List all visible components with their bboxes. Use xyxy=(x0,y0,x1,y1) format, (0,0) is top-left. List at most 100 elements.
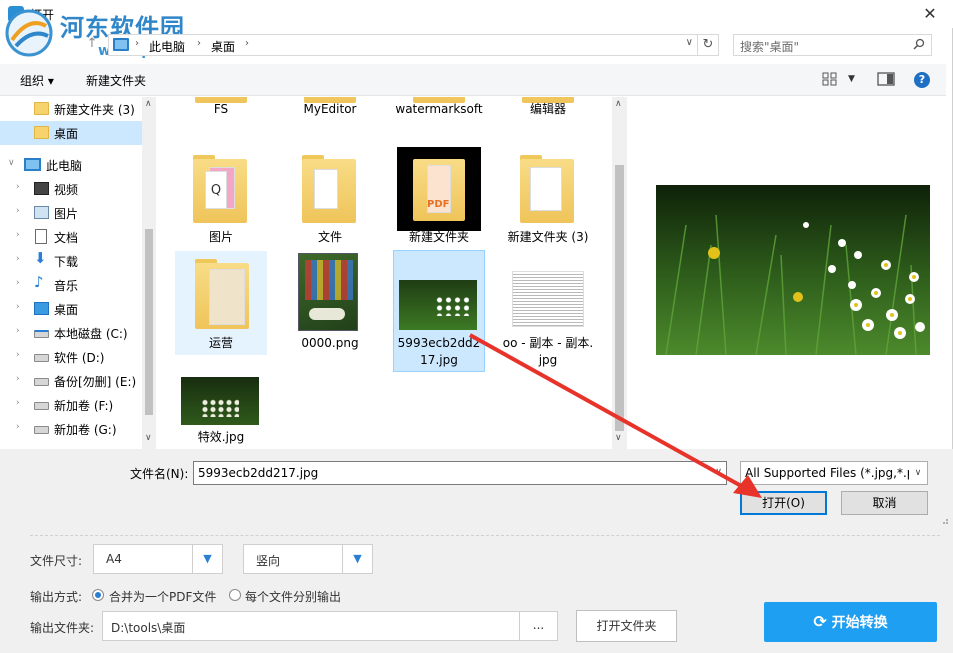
dropdown-arrow-icon[interactable]: ▼ xyxy=(342,545,372,573)
filename-row: 文件名(N): 5993ecb2dd217.jpg ∨ All Supporte… xyxy=(0,449,953,529)
address-bar[interactable]: › 此电脑 › 桌面 › ∨ xyxy=(108,34,698,56)
chevron-right-icon[interactable]: › xyxy=(16,374,20,384)
chevron-down-icon[interactable]: ∨ xyxy=(909,462,927,484)
refresh-button[interactable]: ↻ xyxy=(697,34,719,56)
close-icon[interactable]: ✕ xyxy=(907,0,953,28)
breadcrumb-this-pc[interactable]: 此电脑 xyxy=(149,38,185,55)
file-list-scrollbar-thumb[interactable] xyxy=(615,165,624,431)
up-arrow-icon[interactable]: ↑ xyxy=(84,36,100,52)
file-name: 运营 xyxy=(208,336,233,350)
nav-item-music[interactable]: › ♪ 音乐 xyxy=(0,273,142,297)
file-name: FS xyxy=(213,102,229,116)
chevron-down-icon[interactable]: ∨ xyxy=(8,158,15,168)
file-tile[interactable]: FS xyxy=(175,97,267,127)
cancel-button[interactable]: 取消 xyxy=(841,491,928,515)
file-tile[interactable]: MyEditor xyxy=(284,97,376,127)
music-icon: ♪ xyxy=(34,273,44,291)
chevron-right-icon[interactable]: › xyxy=(16,302,20,312)
view-dropdown-icon[interactable]: ▼ xyxy=(848,74,855,84)
output-folder-field[interactable]: D:\tools\桌面 ... xyxy=(102,611,558,641)
scroll-down-icon[interactable]: ∨ xyxy=(615,433,622,443)
nav-item-downloads[interactable]: › ⬇ 下载 xyxy=(0,249,142,273)
file-tile[interactable]: 编辑器 xyxy=(502,97,594,127)
dropdown-arrow-icon[interactable]: ▼ xyxy=(192,545,222,573)
scroll-up-icon[interactable]: ∧ xyxy=(145,99,152,109)
chevron-right-icon[interactable]: › xyxy=(16,206,20,216)
file-type-select[interactable]: All Supported Files (*.jpg,*.png,*.bmp) … xyxy=(740,461,928,485)
file-tile[interactable]: PDF 新建文件夹 xyxy=(393,147,485,249)
open-button[interactable]: 打开(O) xyxy=(740,491,827,515)
help-icon[interactable]: ? xyxy=(914,72,930,88)
preview-pane-icon[interactable] xyxy=(877,71,895,87)
filename-field[interactable]: 5993ecb2dd217.jpg ∨ xyxy=(193,461,727,485)
folder-icon xyxy=(34,126,49,139)
navigation-pane: 新建文件夹 (3) 桌面 ∨ 此电脑 › 视频 › 图片 › 文档 › ⬇ 下载… xyxy=(0,97,156,449)
new-folder-button[interactable]: 新建文件夹 xyxy=(86,72,146,89)
chevron-right-icon[interactable]: › xyxy=(245,38,249,49)
resize-grip-icon[interactable] xyxy=(939,515,949,525)
file-tile[interactable]: watermarksoft xyxy=(393,97,485,143)
document-preview-icon xyxy=(530,167,562,211)
this-pc-icon xyxy=(113,38,129,51)
file-tile[interactable]: oo - 副本 - 副本.jpg xyxy=(502,251,594,373)
chevron-right-icon[interactable]: › xyxy=(16,278,20,288)
chevron-right-icon[interactable]: › xyxy=(16,422,20,432)
file-tile[interactable]: 特效.jpg xyxy=(175,371,267,445)
nav-scrollbar-thumb[interactable] xyxy=(145,229,153,415)
orientation-select[interactable]: 竖向 ▼ xyxy=(243,544,373,574)
chevron-right-icon: › xyxy=(135,38,139,49)
nav-item-documents[interactable]: › 文档 xyxy=(0,225,142,249)
file-tile[interactable]: Q 图片 xyxy=(175,149,267,249)
nav-item-pictures[interactable]: › 图片 xyxy=(0,201,142,225)
desktop-icon xyxy=(34,302,49,315)
image-thumbnail xyxy=(298,253,358,331)
grass-daisies-preview xyxy=(656,185,930,355)
nav-item-desktop[interactable]: › 桌面 xyxy=(0,297,142,321)
nav-scrollbar[interactable]: ∧ ∨ xyxy=(142,97,156,449)
file-tile-selected[interactable]: 5993ecb2dd217.jpg xyxy=(393,250,485,372)
nav-item-label: 音乐 xyxy=(54,279,79,293)
view-options-icon[interactable] xyxy=(822,71,838,87)
drive-icon xyxy=(34,354,49,362)
file-tile[interactable]: 0000.png xyxy=(284,251,376,355)
daisy-preview xyxy=(435,296,469,316)
page-size-select[interactable]: A4 ▼ xyxy=(93,544,223,574)
nav-item-videos[interactable]: › 视频 xyxy=(0,177,142,201)
chevron-down-icon[interactable]: ∨ xyxy=(686,37,693,48)
file-tile[interactable]: 运营 xyxy=(175,251,267,355)
nav-item-label: 此电脑 xyxy=(46,159,83,173)
organize-button[interactable]: 组织 ▾ xyxy=(20,72,54,89)
nav-item-label: 新加卷 (F:) xyxy=(54,399,114,413)
scroll-up-icon[interactable]: ∧ xyxy=(615,99,622,109)
chevron-right-icon[interactable]: › xyxy=(16,326,20,336)
browse-button[interactable]: ... xyxy=(519,612,557,640)
nav-item-drive-d[interactable]: › 软件 (D:) xyxy=(0,345,142,369)
merge-option-label[interactable]: 合并为一个PDF文件 xyxy=(109,588,216,605)
chevron-right-icon[interactable]: › xyxy=(16,398,20,408)
chevron-right-icon[interactable]: › xyxy=(16,254,20,264)
separate-radio[interactable] xyxy=(229,589,241,601)
qq-preview-icon: Q xyxy=(205,171,227,209)
separate-option-label[interactable]: 每个文件分别输出 xyxy=(245,588,341,605)
nav-item-drive-c[interactable]: › 本地磁盘 (C:) xyxy=(0,321,142,345)
nav-item-desktop-folder[interactable]: 桌面 xyxy=(0,121,142,145)
chevron-right-icon[interactable]: › xyxy=(16,230,20,240)
chevron-right-icon[interactable]: › xyxy=(16,350,20,360)
file-tile[interactable]: 新建文件夹 (3) xyxy=(502,149,594,249)
merge-radio[interactable] xyxy=(92,589,104,601)
start-convert-button[interactable]: ⟳ 开始转换 xyxy=(764,602,937,642)
scroll-down-icon[interactable]: ∨ xyxy=(145,433,152,443)
file-list-scrollbar[interactable]: ∧ ∨ xyxy=(612,97,627,449)
chevron-right-icon[interactable]: › xyxy=(16,182,20,192)
open-folder-button[interactable]: 打开文件夹 xyxy=(576,610,677,642)
nav-item-drive-e[interactable]: › 备份[勿删] (E:) xyxy=(0,369,142,393)
search-input[interactable]: 搜索"桌面" xyxy=(733,34,932,56)
drive-icon xyxy=(34,402,49,410)
breadcrumb-desktop[interactable]: 桌面 xyxy=(211,38,235,55)
nav-item-this-pc[interactable]: ∨ 此电脑 xyxy=(0,153,142,177)
nav-item-new-folder-3[interactable]: 新建文件夹 (3) xyxy=(0,97,142,121)
nav-item-drive-g[interactable]: › 新加卷 (G:) xyxy=(0,417,142,441)
file-tile[interactable]: 文件 xyxy=(284,149,376,249)
nav-item-drive-f[interactable]: › 新加卷 (F:) xyxy=(0,393,142,417)
chevron-down-icon[interactable]: ∨ xyxy=(715,467,722,477)
